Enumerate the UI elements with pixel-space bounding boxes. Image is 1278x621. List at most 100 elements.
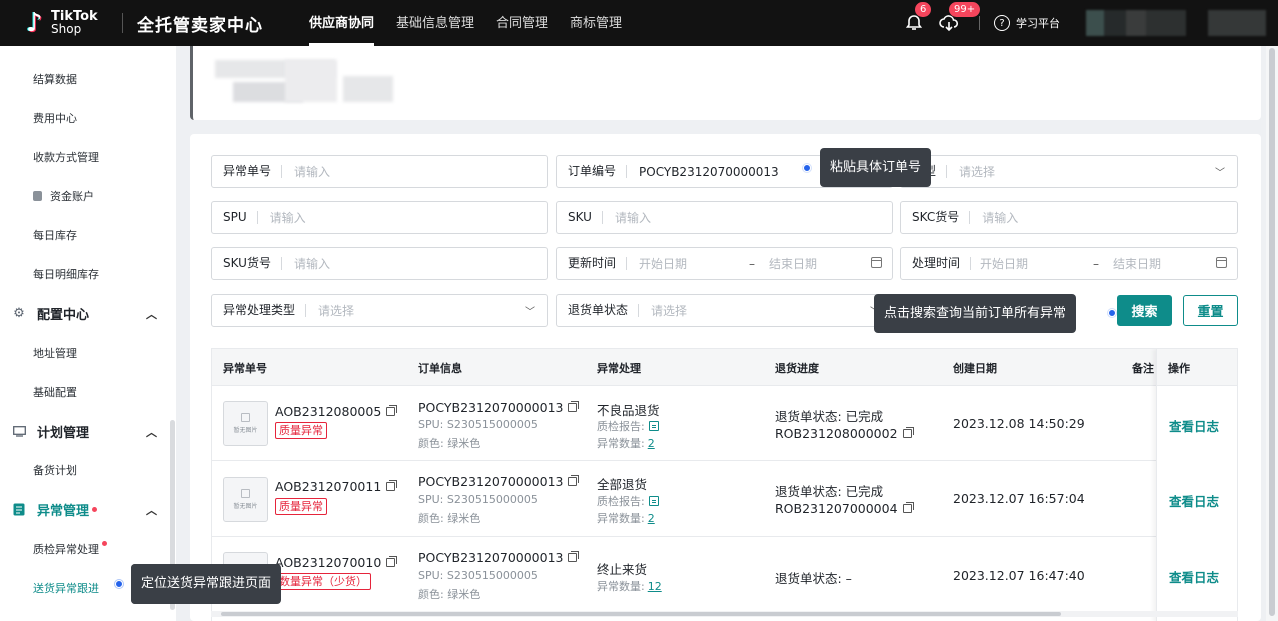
report-icon[interactable]: [648, 421, 659, 431]
scrollbar-thumb[interactable]: [1269, 48, 1275, 616]
learn-platform-link[interactable]: ? 学习平台: [994, 15, 1060, 31]
qty-link[interactable]: 12: [648, 580, 662, 593]
notification-bell-icon[interactable]: 6: [905, 2, 932, 32]
cloud-download-icon[interactable]: 99+: [939, 2, 981, 32]
copy-icon[interactable]: [902, 502, 914, 513]
return-no-text: ROB231207000004: [775, 501, 898, 516]
end-date-input[interactable]: 结束日期: [1109, 255, 1161, 272]
calendar-icon: [871, 257, 882, 268]
end-date-input[interactable]: 结束日期: [765, 255, 817, 272]
page-vertical-scrollbar[interactable]: [1266, 46, 1278, 621]
view-log-link[interactable]: 查看日志: [1169, 416, 1219, 435]
sidebar-item-daily-stock[interactable]: 每日库存: [33, 227, 77, 243]
col-return-progress: 退货进度: [775, 362, 819, 375]
copy-icon[interactable]: [568, 551, 580, 562]
handling-method: 不良品退货: [597, 403, 660, 418]
exception-type-tag: 质量异常: [275, 498, 327, 515]
tiktok-shop-logo[interactable]: ♪ ♪ ♪ TikTok Shop: [24, 10, 104, 37]
product-thumbnail[interactable]: 暂无图片: [223, 477, 268, 522]
nav-trademark[interactable]: 商标管理: [570, 0, 622, 46]
scrollbar-thumb[interactable]: [221, 612, 1061, 616]
sku-field[interactable]: SKU 请输入: [556, 201, 893, 234]
created-date: 2023.12.08 14:50:29: [953, 416, 1085, 431]
handling-method: 终止来货: [597, 562, 648, 577]
table-header: 异常单号 订单信息 异常处理 退货进度 创建日期 备注: [212, 349, 1237, 386]
chevron-down-icon: ﹀: [525, 307, 535, 318]
copy-icon[interactable]: [386, 556, 398, 567]
copy-icon[interactable]: [386, 405, 398, 416]
search-button[interactable]: 搜索: [1117, 295, 1172, 326]
user-avatar-blurred[interactable]: [1208, 10, 1266, 36]
start-date-input[interactable]: 开始日期: [971, 255, 1083, 272]
sidebar-group-config[interactable]: ⚙ 配置中心 ︿: [12, 304, 157, 323]
table-horizontal-scrollbar[interactable]: [211, 611, 1238, 617]
exception-no-text: AOB2312070011: [275, 479, 382, 494]
nav-supplier-collab[interactable]: 供应商协同: [309, 0, 375, 46]
qty-link[interactable]: 2: [648, 437, 655, 450]
group-label: 配置中心: [37, 308, 90, 323]
range-separator: –: [1093, 256, 1100, 271]
sidebar-item-delivery-exception[interactable]: 送货异常跟进: [33, 580, 99, 596]
chevron-down-icon: ﹀: [1215, 168, 1225, 179]
nav-contract[interactable]: 合同管理: [496, 0, 548, 46]
color: 颜色: 绿米色: [418, 512, 481, 525]
exception-no-text: AOB2312070010: [275, 555, 382, 570]
exception-type-tag: 质量异常: [275, 422, 327, 439]
spu-field[interactable]: SPU 请输入: [211, 201, 548, 234]
placeholder: 请输入: [982, 211, 1019, 225]
sidebar-item-daily-detail-stock[interactable]: 每日明细库存: [33, 266, 99, 282]
process-time-range[interactable]: 处理时间 开始日期 – 结束日期: [900, 247, 1238, 280]
field-label: 异常单号: [212, 165, 283, 178]
table-row: 暂无图片 AOB2312070010 数量异常（少货） POCYB2312070…: [212, 538, 1237, 613]
copy-icon[interactable]: [568, 401, 580, 412]
copy-icon[interactable]: [902, 427, 914, 438]
chevron-up-icon: ︿: [146, 307, 157, 321]
sidebar-item-fund-account[interactable]: 资金账户: [33, 188, 94, 204]
start-date-input[interactable]: 开始日期: [627, 255, 739, 272]
report-icon[interactable]: [648, 496, 659, 506]
copy-icon[interactable]: [386, 480, 398, 491]
sidebar-group-exception[interactable]: 异常管理 ︿: [12, 500, 157, 519]
sidebar-item-payment-method[interactable]: 收款方式管理: [33, 149, 99, 165]
exception-qty: 异常数量: 2: [597, 510, 655, 526]
sidebar-item-stock-plan[interactable]: 备货计划: [33, 462, 77, 478]
handle-type-select[interactable]: 异常处理类型 请选择 ﹀: [211, 294, 548, 327]
copy-icon[interactable]: [568, 475, 580, 486]
table-row: 暂无图片 AOB2312070011 质量异常 POCYB23120700000…: [212, 462, 1237, 537]
product-thumbnail[interactable]: 暂无图片: [223, 401, 268, 446]
view-log-link[interactable]: 查看日志: [1169, 491, 1219, 510]
sku-code-field[interactable]: SKU货号 请输入: [211, 247, 548, 280]
qty-label: 异常数量:: [597, 580, 645, 593]
order-no-text: POCYB2312070000013: [418, 400, 564, 415]
handling-method: 全部退货: [597, 477, 648, 492]
top-nav: 供应商协同 基础信息管理 合同管理 商标管理: [309, 0, 644, 46]
skc-code-field[interactable]: SKC货号 请输入: [900, 201, 1238, 234]
view-log-link[interactable]: 查看日志: [1169, 567, 1219, 586]
col-remark: 备注: [1132, 362, 1154, 375]
exception-no: AOB2312070011: [275, 479, 398, 494]
account-info-blurred[interactable]: [1086, 10, 1186, 36]
reset-button[interactable]: 重置: [1183, 295, 1238, 326]
image-placeholder-icon: [241, 413, 250, 422]
top-bar: ♪ ♪ ♪ TikTok Shop 全托管卖家中心 供应商协同 基础信息管理 合…: [0, 0, 1278, 46]
update-time-range[interactable]: 更新时间 开始日期 – 结束日期: [556, 247, 893, 280]
wallet-icon: [33, 191, 42, 201]
nav-basic-info[interactable]: 基础信息管理: [396, 0, 474, 46]
field-label: 异常处理类型: [212, 304, 307, 317]
sidebar-item-basic-config[interactable]: 基础配置: [33, 384, 77, 400]
order-no-text: POCYB2312070000013: [418, 550, 564, 565]
sidebar-item-qc-exception[interactable]: 质检异常处理: [33, 541, 107, 557]
sidebar-item-fees[interactable]: 费用中心: [33, 110, 77, 126]
placeholder: 请输入: [614, 211, 651, 225]
exception-no-field[interactable]: 异常单号 请输入: [211, 155, 548, 188]
exception-no-text: AOB2312080005: [275, 404, 382, 419]
sidebar-item-settlement[interactable]: 结算数据: [33, 71, 77, 87]
color: 颜色: 绿米色: [418, 588, 481, 601]
sidebar-item-address[interactable]: 地址管理: [33, 345, 77, 361]
exception-qty: 异常数量: 2: [597, 435, 655, 451]
sidebar-group-plan[interactable]: 计划管理 ︿: [12, 422, 157, 441]
qty-link[interactable]: 2: [648, 512, 655, 525]
return-status: 退货单状态: 已完成: [775, 484, 884, 499]
return-status-select[interactable]: 退货单状态 请选择 ﹀: [556, 294, 893, 327]
type-select[interactable]: 类型 请选择 ﹀: [900, 155, 1238, 188]
